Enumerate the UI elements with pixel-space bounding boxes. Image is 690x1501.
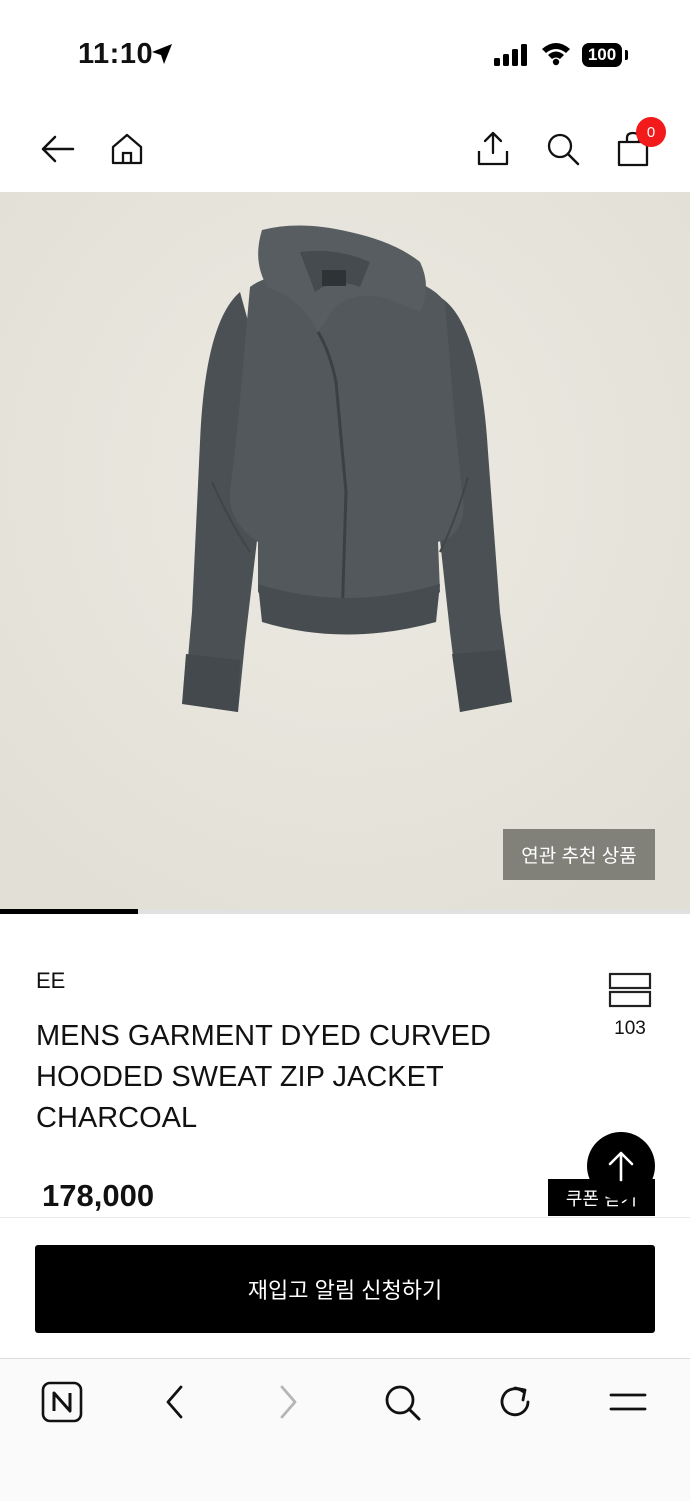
naver-n-icon (41, 1381, 83, 1423)
battery-level: 100 (587, 45, 617, 64)
compare-button[interactable]: 103 (603, 970, 657, 1042)
chevron-left-icon (166, 1385, 183, 1419)
compare-count: 103 (614, 1018, 646, 1039)
related-products-button[interactable]: 연관 추천 상품 (503, 829, 655, 880)
location-arrow-icon (152, 44, 172, 64)
status-bar: 11:10 100 (0, 0, 690, 110)
refresh-icon (500, 1386, 530, 1417)
back-button[interactable] (34, 126, 80, 172)
browser-refresh-button[interactable] (491, 1378, 539, 1426)
browser-back-button[interactable] (151, 1378, 199, 1426)
battery-tip (625, 50, 628, 60)
battery-indicator: 100 (582, 43, 622, 67)
home-icon (111, 133, 143, 165)
browser-search-button[interactable] (378, 1378, 426, 1426)
status-time: 11:10 (78, 38, 154, 70)
product-price: 178,000 (42, 1178, 155, 1213)
search-icon (385, 1385, 421, 1421)
cellular-signal-icon (494, 44, 527, 66)
gallery-progress-fill (0, 909, 138, 914)
browser-forward-button[interactable] (264, 1378, 312, 1426)
share-button[interactable] (470, 126, 516, 172)
search-icon (547, 133, 580, 166)
hoodie-illustration (0, 192, 690, 912)
cart-count-badge: 0 (636, 117, 666, 147)
product-title: MENS GARMENT DYED CURVED HOODED SWEAT ZI… (36, 1020, 491, 1134)
share-icon (477, 131, 509, 166)
arrow-up-icon (608, 1151, 634, 1182)
gallery-progress-bar (0, 909, 690, 914)
product-brand[interactable]: EE (36, 968, 65, 994)
layers-icon (608, 972, 652, 1008)
wifi-icon (542, 43, 570, 66)
browser-menu-button[interactable] (604, 1378, 652, 1426)
hamburger-menu-icon (609, 1393, 647, 1411)
restock-alert-button[interactable]: 재입고 알림 신청하기 (35, 1245, 655, 1333)
product-image[interactable] (0, 192, 690, 912)
home-button[interactable] (104, 126, 150, 172)
browser-toolbar (0, 1358, 690, 1501)
chevron-right-icon (280, 1385, 297, 1419)
arrow-left-icon (41, 135, 75, 163)
naver-home-button[interactable] (38, 1378, 86, 1426)
search-button[interactable] (540, 126, 586, 172)
scroll-to-top-button[interactable] (587, 1132, 655, 1200)
